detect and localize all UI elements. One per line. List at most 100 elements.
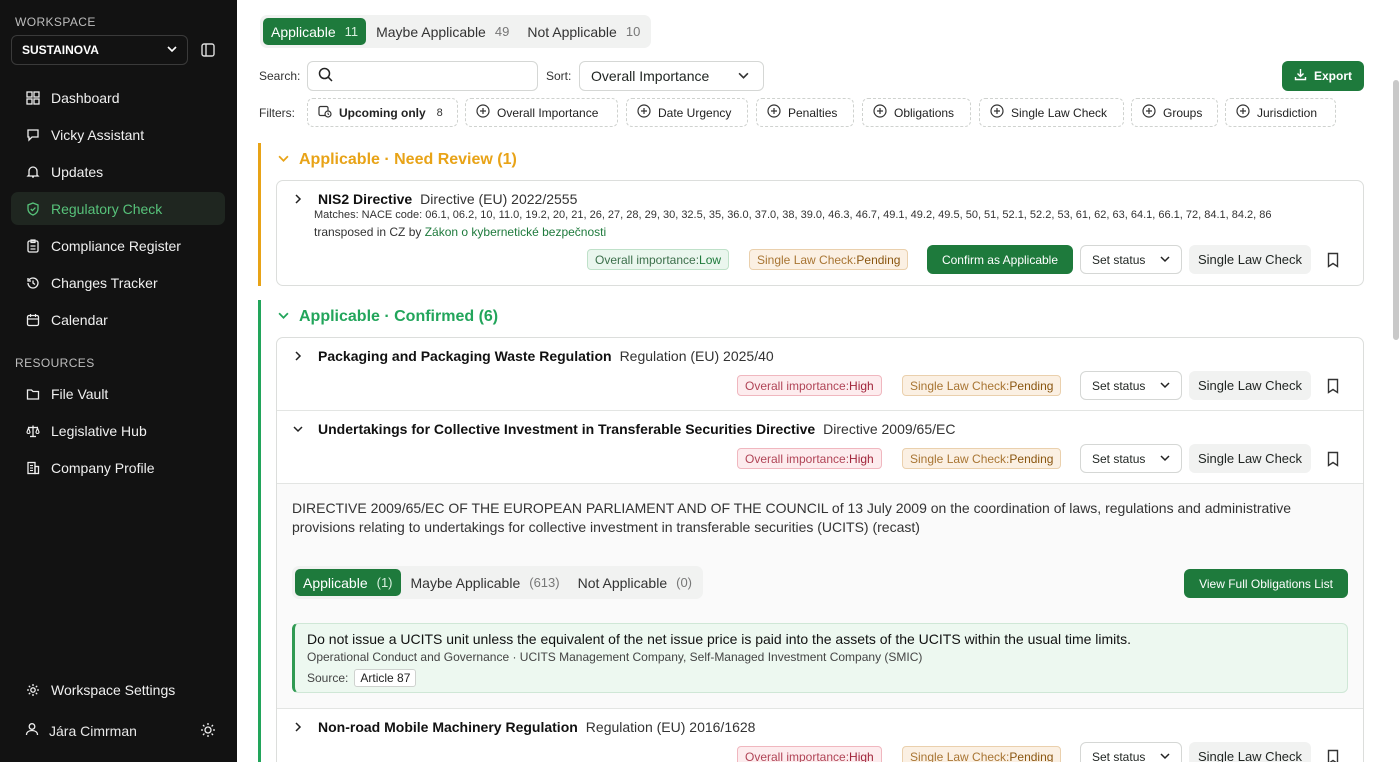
sidebar-item-label: Calendar (51, 311, 108, 328)
filter-label: Overall Importance (497, 105, 599, 120)
badge-value: High (849, 749, 874, 762)
subtab-maybe-applicable[interactable]: Maybe Applicable (613) (403, 569, 568, 596)
transposed-law-link[interactable]: Zákon o kybernetické bezpečnosti (425, 225, 606, 239)
clipboard-icon (25, 238, 41, 254)
export-label: Export (1313, 69, 1352, 83)
bookmark-icon[interactable] (1326, 451, 1340, 467)
badge-prefix: Single Law Check: (910, 451, 1010, 466)
sidebar-item-file-vault[interactable]: File Vault (11, 377, 225, 410)
user-profile[interactable]: Jára Cimrman (11, 714, 225, 747)
badge-value: Low (699, 252, 722, 267)
workspace-select[interactable]: SUSTAINOVA (11, 35, 188, 65)
subtab-applicable[interactable]: Applicable (1) (295, 569, 401, 596)
regulation-code: Regulation (EU) 2016/1628 (585, 719, 756, 735)
chevron-down-icon (1160, 379, 1170, 393)
download-icon (1294, 68, 1307, 84)
applicability-tabs: Applicable 11 Maybe Applicable 49 Not Appl… (260, 15, 652, 48)
sidebar-item-vicky-assistant[interactable]: Vicky Assistant (11, 118, 225, 151)
view-full-obligations-button[interactable]: View Full Obligations List (1184, 569, 1348, 598)
filter-single-law-check[interactable]: Single Law Check (979, 98, 1124, 127)
set-status-label: Set status (1092, 252, 1146, 267)
set-status-dropdown[interactable]: Set status (1080, 742, 1182, 762)
badge-prefix: Overall importance: (745, 451, 850, 466)
slc-status-badge: Single Law Check: Pending (749, 249, 909, 270)
regulation-row-nis2[interactable]: NIS2 Directive Directive (EU) 2022/2555 (292, 191, 577, 207)
filter-groups[interactable]: Groups (1131, 98, 1218, 127)
filter-jurisdiction[interactable]: Jurisdiction (1225, 98, 1336, 127)
sidebar-item-compliance-register[interactable]: Compliance Register (11, 229, 225, 262)
regulation-name: Non-road Mobile Machinery Regulation (318, 719, 578, 735)
importance-badge: Overall importance: Low (587, 249, 730, 270)
filter-label: Groups (1163, 105, 1203, 120)
sidebar-item-label: Vicky Assistant (51, 126, 145, 143)
regulation-row-packaging[interactable]: Packaging and Packaging Waste Regulation… (292, 348, 774, 364)
badge-value: High (849, 378, 874, 393)
sidebar-item-changes-tracker[interactable]: Changes Tracker (11, 266, 225, 299)
set-status-dropdown[interactable]: Set status (1080, 444, 1182, 473)
plus-circle-icon (637, 104, 651, 121)
filter-penalties[interactable]: Penalties (756, 98, 854, 127)
set-status-label: Set status (1092, 749, 1146, 762)
filter-obligations[interactable]: Obligations (862, 98, 971, 127)
sidebar-item-updates[interactable]: Updates (11, 155, 225, 188)
sort-select[interactable]: Overall Importance (579, 61, 764, 91)
regulation-row-nrmm[interactable]: Non-road Mobile Machinery Regulation Reg… (292, 719, 755, 735)
regulation-row-ucits[interactable]: Undertakings for Collective Investment i… (292, 421, 955, 437)
bookmark-icon[interactable] (1326, 749, 1340, 762)
search-label: Search: (259, 69, 301, 83)
dashboard-icon (25, 90, 41, 106)
bookmark-icon[interactable] (1326, 378, 1340, 394)
plus-circle-icon (476, 104, 490, 121)
source-article[interactable]: Article 87 (354, 669, 417, 687)
regulation-description: DIRECTIVE 2009/65/EC OF THE EUROPEAN PAR… (292, 500, 1292, 535)
sidebar-collapse-icon[interactable] (198, 40, 218, 60)
confirm-applicable-button[interactable]: Confirm as Applicable (927, 245, 1073, 274)
group-indicator-review (258, 143, 261, 286)
tab-applicable[interactable]: Applicable 11 (263, 18, 367, 45)
set-status-dropdown[interactable]: Set status (1080, 245, 1182, 274)
single-law-check-button[interactable]: Single Law Check (1189, 742, 1311, 762)
sidebar-item-legislative-hub[interactable]: Legislative Hub (11, 414, 225, 447)
sidebar-item-calendar[interactable]: Calendar (11, 303, 225, 336)
group-header-confirmed[interactable]: Applicable · Confirmed (6) (278, 308, 498, 326)
tab-count: (0) (676, 575, 693, 590)
sun-icon[interactable] (200, 722, 216, 738)
filter-date-urgency[interactable]: Date Urgency (626, 98, 748, 127)
group-header-need-review[interactable]: Applicable · Need Review (1) (278, 151, 517, 169)
filters-label: Filters: (259, 106, 295, 120)
set-status-label: Set status (1092, 378, 1146, 393)
bookmark-icon[interactable] (1326, 252, 1340, 268)
badge-prefix: Overall importance: (745, 378, 850, 393)
chevron-down-icon (167, 43, 177, 57)
regulation-name: NIS2 Directive (318, 191, 413, 207)
subtab-not-applicable[interactable]: Not Applicable (0) (570, 569, 700, 596)
sidebar-item-label: Legislative Hub (51, 422, 147, 439)
sort-value: Overall Importance (591, 68, 710, 84)
search-input[interactable] (341, 68, 531, 84)
tab-not-applicable[interactable]: Not Applicable 10 (519, 18, 648, 45)
sidebar-item-dashboard[interactable]: Dashboard (11, 81, 225, 114)
single-law-check-button[interactable]: Single Law Check (1189, 245, 1311, 274)
export-button[interactable]: Export (1282, 61, 1364, 91)
transposition-info: transposed in CZ by Zákon o kybernetické… (314, 225, 606, 239)
set-status-dropdown[interactable]: Set status (1080, 371, 1182, 400)
filter-upcoming-only[interactable]: Upcoming only 8 (307, 98, 458, 127)
sidebar-item-regulatory-check[interactable]: Regulatory Check (11, 192, 225, 225)
single-law-check-button[interactable]: Single Law Check (1189, 444, 1311, 473)
workspace-settings-button[interactable]: Workspace Settings (11, 673, 225, 706)
tab-maybe-applicable[interactable]: Maybe Applicable 49 (368, 18, 517, 45)
user-icon (25, 722, 39, 739)
obligation-card[interactable]: Do not issue a UCITS unit unless the equ… (292, 623, 1348, 693)
sidebar-item-company-profile[interactable]: Company Profile (11, 451, 225, 484)
nace-matches: Matches: NACE code: 06.1, 06.2, 10, 11.0… (314, 209, 1272, 221)
filter-overall-importance[interactable]: Overall Importance (465, 98, 618, 127)
importance-badge: Overall importance: High (737, 746, 882, 762)
sort-label: Sort: (546, 69, 572, 83)
slc-status-badge: Single Law Check: Pending (902, 448, 1062, 469)
tab-label: Not Applicable (577, 574, 668, 591)
set-status-label: Set status (1092, 451, 1146, 466)
single-law-check-button[interactable]: Single Law Check (1189, 371, 1311, 400)
importance-badge: Overall importance: High (737, 375, 882, 396)
scrollbar[interactable] (1393, 80, 1399, 340)
tab-count: (613) (529, 575, 560, 590)
